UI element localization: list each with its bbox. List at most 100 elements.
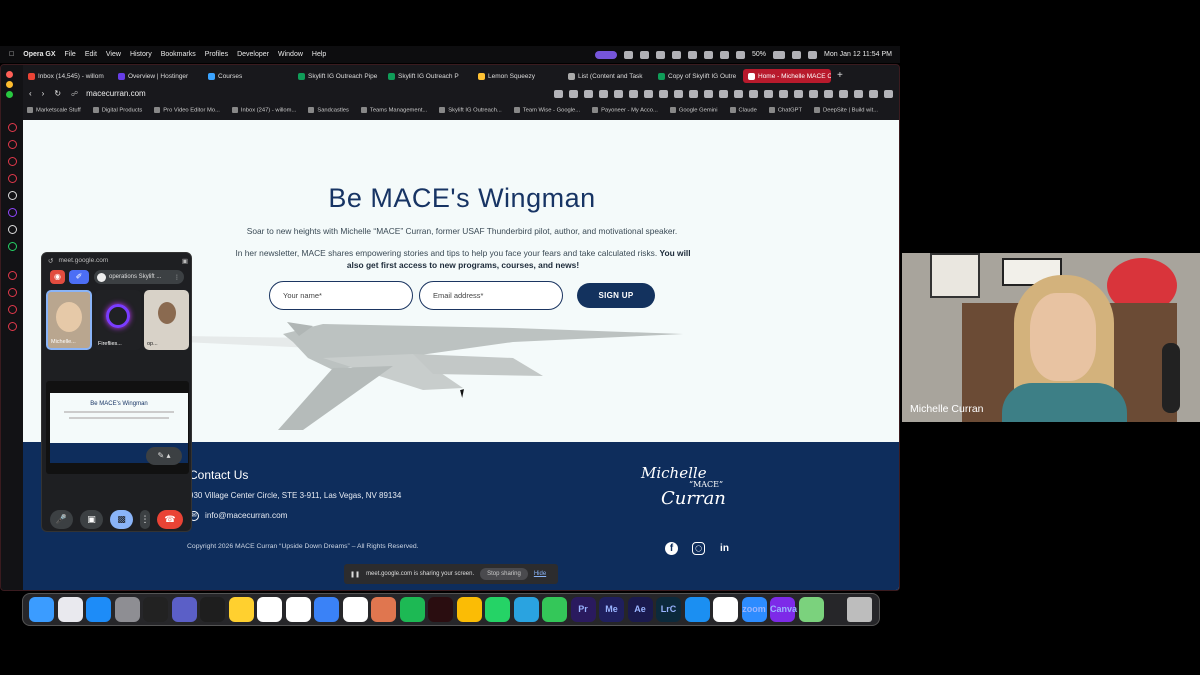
extension-icon[interactable] xyxy=(704,89,713,98)
cube-icon[interactable] xyxy=(7,305,17,314)
battery-icon[interactable] xyxy=(773,50,786,59)
bookmark-item[interactable]: Teams Management... xyxy=(360,106,427,113)
gx-player-icon[interactable] xyxy=(7,174,17,183)
settings-sidebar-icon[interactable] xyxy=(7,322,17,331)
after-effects-icon[interactable]: Ae xyxy=(627,597,653,622)
bookmark-item[interactable]: DeepSite | Build wit... xyxy=(814,106,878,113)
aria-icon[interactable] xyxy=(7,191,17,200)
chrome-icon[interactable] xyxy=(456,597,482,622)
app-store-icon[interactable] xyxy=(86,597,111,622)
more-options-icon[interactable]: ⋮ xyxy=(174,274,180,281)
extension-icon[interactable] xyxy=(614,89,623,98)
meet-status-icon[interactable] xyxy=(595,50,618,59)
menu-edit[interactable]: Edit xyxy=(85,51,97,58)
extension-icon[interactable] xyxy=(629,89,638,98)
bookmark-item[interactable]: Payoneer - My Acco... xyxy=(592,106,658,113)
clock[interactable]: Mon Jan 12 11:54 PM xyxy=(824,51,892,58)
tray-icon[interactable] xyxy=(640,50,650,59)
menu-profiles[interactable]: Profiles xyxy=(205,51,228,58)
whatsapp-icon[interactable] xyxy=(485,597,510,622)
call-name-chip[interactable]: operations Skylift ... ⋮ xyxy=(94,270,184,284)
forward-icon[interactable]: › xyxy=(42,89,45,98)
menu-developer[interactable]: Developer xyxy=(237,51,269,58)
tray-icon[interactable] xyxy=(720,50,730,59)
app-menu[interactable]: Opera GX xyxy=(23,51,55,58)
screen-recorder-icon[interactable] xyxy=(143,597,168,622)
trash-icon[interactable] xyxy=(847,597,872,622)
pen-icon[interactable]: ✐ xyxy=(69,270,89,284)
zoom-icon[interactable]: zoom xyxy=(741,597,767,622)
wifi-icon[interactable] xyxy=(792,50,802,59)
browser-tab[interactable]: Copy of Skylift IG Outre xyxy=(653,69,741,83)
extension-icon[interactable] xyxy=(794,89,803,98)
extension-icon[interactable] xyxy=(779,89,788,98)
browser-tab[interactable]: List (Content and Task xyxy=(563,69,651,83)
browser-tab[interactable]: Inbox (14,545) - willom xyxy=(23,69,111,83)
extension-icon[interactable] xyxy=(839,89,848,98)
tray-icon[interactable] xyxy=(704,50,714,59)
record-icon[interactable]: ◉ xyxy=(50,270,65,284)
browser-tab[interactable]: Skylift IG Outreach P xyxy=(383,69,471,83)
extension-icon[interactable] xyxy=(869,89,878,98)
menu-bookmarks[interactable]: Bookmarks xyxy=(161,51,196,58)
bookmark-item[interactable]: Marketscale Stuff xyxy=(27,106,81,113)
bookmark-item[interactable]: Sandcastles xyxy=(308,106,349,113)
end-call-icon[interactable]: ☎ xyxy=(157,510,183,529)
menu-history[interactable]: History xyxy=(130,51,152,58)
slack-icon[interactable] xyxy=(285,597,311,622)
close-window-button[interactable] xyxy=(6,71,13,78)
mic-icon[interactable]: 🎤 xyxy=(50,510,73,529)
name-input[interactable]: Your name* xyxy=(269,281,413,310)
extension-icon[interactable] xyxy=(599,89,608,98)
figma-icon[interactable] xyxy=(200,597,225,622)
settings-icon[interactable] xyxy=(114,597,140,622)
twitch-icon[interactable] xyxy=(7,208,17,217)
maps-icon[interactable] xyxy=(798,597,824,622)
arc-icon[interactable] xyxy=(713,597,738,622)
browser-tab[interactable]: Skylift IG Outreach Pipe xyxy=(293,69,381,83)
new-tab-icon[interactable]: + xyxy=(837,69,843,85)
bookmark-item[interactable]: Pro Video Editor Mo... xyxy=(154,106,220,113)
extension-icon[interactable] xyxy=(674,89,683,98)
extension-icon[interactable] xyxy=(689,89,698,98)
opera-icon[interactable] xyxy=(428,597,453,622)
teams-icon[interactable] xyxy=(171,597,197,622)
extension-icon[interactable] xyxy=(824,89,833,98)
back-to-tab-icon[interactable]: ↺ xyxy=(48,257,53,265)
zoom-window-button[interactable] xyxy=(6,91,13,98)
menu-window[interactable]: Window xyxy=(278,51,303,58)
bookmark-item[interactable]: Inbox (247) - willom... xyxy=(231,106,296,113)
more-controls-icon[interactable]: ⋮ xyxy=(140,510,150,529)
telegram-icon[interactable] xyxy=(513,597,539,622)
gx-store-icon[interactable] xyxy=(7,157,17,166)
x-icon[interactable] xyxy=(7,225,17,234)
browser-tab[interactable]: Home - Michelle MACE C xyxy=(743,69,831,83)
bookmark-item[interactable]: Skylift IG Outreach... xyxy=(439,106,502,113)
signup-button[interactable]: SIGN UP xyxy=(577,283,655,308)
site-info-icon[interactable]: ☍ xyxy=(71,90,78,98)
present-icon[interactable]: ▩ xyxy=(110,510,133,529)
email-input[interactable]: Email address* xyxy=(419,281,563,310)
tray-icon[interactable] xyxy=(624,50,634,59)
linkedin-icon[interactable]: in xyxy=(718,542,731,555)
perplexity-icon[interactable] xyxy=(684,597,710,622)
finder-icon[interactable] xyxy=(29,597,54,622)
history-icon[interactable] xyxy=(7,271,17,280)
extension-icon[interactable] xyxy=(659,89,668,98)
tray-icon[interactable] xyxy=(656,50,666,59)
gx-corner-icon[interactable] xyxy=(7,140,17,149)
tray-icon[interactable] xyxy=(688,50,698,59)
notion-icon[interactable] xyxy=(257,597,282,622)
participant-tile-operations[interactable]: op... xyxy=(144,290,189,350)
browser-tab[interactable]: Overview | Hostinger xyxy=(113,69,201,83)
facetime-icon[interactable] xyxy=(542,597,567,622)
extension-icon[interactable] xyxy=(584,89,593,98)
extension-icon[interactable] xyxy=(749,89,758,98)
apple-icon[interactable]:  xyxy=(9,51,14,58)
stop-sharing-button[interactable]: Stop sharing xyxy=(480,568,528,580)
menu-help[interactable]: Help xyxy=(312,51,326,58)
bookmark-item[interactable]: Digital Products xyxy=(92,106,142,113)
extension-icon[interactable] xyxy=(809,89,818,98)
miro-icon[interactable] xyxy=(228,597,254,622)
gx-control-icon[interactable] xyxy=(7,123,17,132)
